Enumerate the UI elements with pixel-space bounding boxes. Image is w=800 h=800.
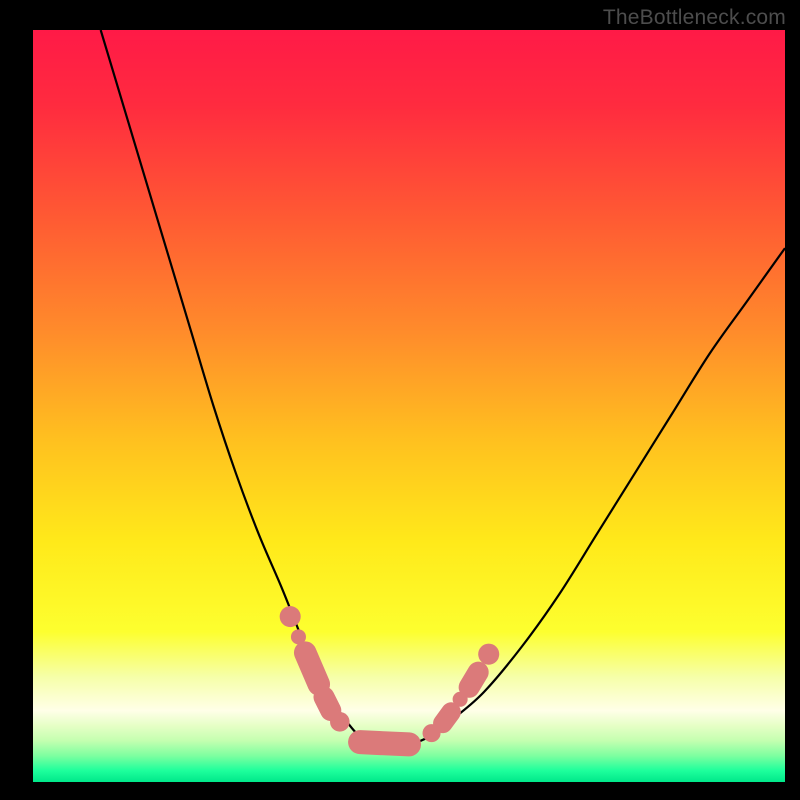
plot-area [33, 30, 785, 782]
marker-capsule [469, 672, 478, 687]
chart-frame: TheBottleneck.com [0, 0, 800, 800]
marker-dot [280, 606, 301, 627]
marker-capsule [360, 742, 409, 744]
marker-capsule [305, 653, 319, 685]
marker-dot [330, 712, 350, 732]
curve-markers [280, 606, 500, 744]
curve-layer [33, 30, 785, 782]
marker-capsule [443, 712, 451, 723]
bottleneck-curve [101, 30, 785, 745]
marker-dot [478, 644, 499, 665]
marker-capsule [324, 697, 331, 711]
watermark-text: TheBottleneck.com [603, 6, 786, 30]
